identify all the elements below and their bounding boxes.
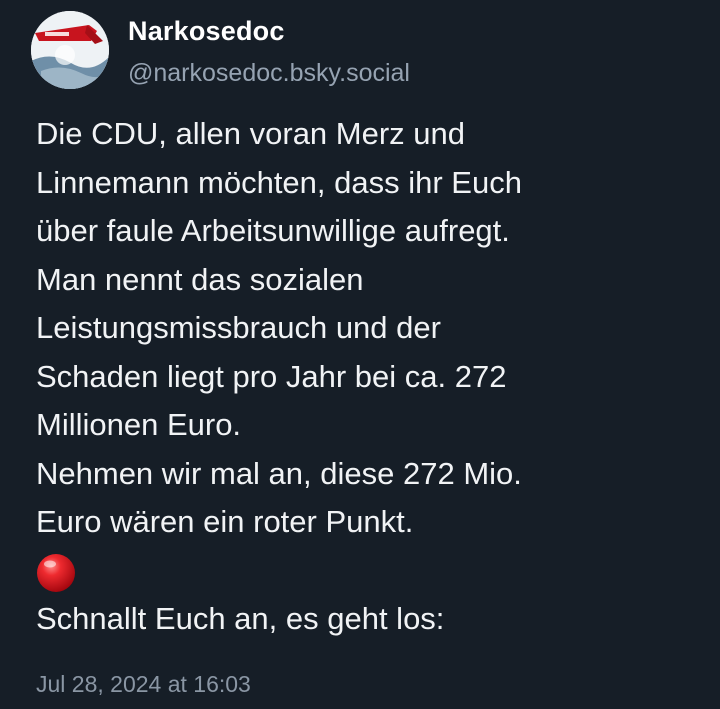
post-text-line: Nehmen wir mal an, diese 272 Mio. [36, 455, 522, 491]
post-card: Narkosedoc @narkosedoc.bsky.social Die C… [0, 0, 720, 709]
post-timestamp[interactable]: Jul 28, 2024 at 16:03 [36, 668, 251, 700]
post-text-final-line: Schnallt Euch an, es geht los: [36, 601, 445, 636]
post-text-line: Man nennt das sozialen [36, 261, 364, 297]
author-handle[interactable]: @narkosedoc.bsky.social [128, 56, 410, 90]
author-avatar[interactable] [31, 11, 109, 89]
emoji-line [36, 547, 706, 596]
author-display-name[interactable]: Narkosedoc [128, 14, 285, 48]
post-text-line: Schaden liegt pro Jahr bei ca. 272 [36, 358, 507, 394]
post-text-line: über faule Arbeitsunwillige aufregt. [36, 213, 510, 248]
post-text-line: Leistungsmissbrauch und der [36, 310, 441, 345]
post-text: Die CDU, allen voran Merz und Linnemann … [36, 110, 706, 644]
post-text-line: Linnemann möchten, dass ihr Euch [36, 164, 522, 200]
post-text-line: Euro wären ein roter Punkt. [36, 504, 414, 539]
avatar-image [31, 11, 109, 89]
red-circle-emoji-icon [37, 553, 75, 592]
post-text-line: Millionen Euro. [36, 407, 242, 442]
post-text-line: Die CDU, allen voran Merz und [36, 116, 466, 151]
